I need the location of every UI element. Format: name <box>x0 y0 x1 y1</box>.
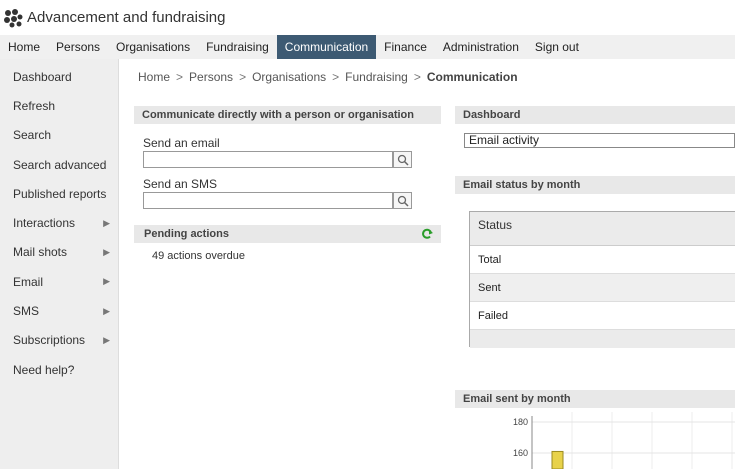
email-sent-chart: 180 160 <box>513 412 735 469</box>
sidebar-item-dashboard[interactable]: Dashboard <box>0 62 118 91</box>
breadcrumb-current: Communication <box>426 70 518 84</box>
sidebar: Dashboard Refresh Search Search advanced… <box>0 59 119 469</box>
sidebar-item-label: Subscriptions <box>13 333 86 348</box>
table-row: Sent <box>470 274 735 302</box>
caret-right-icon: ▶ <box>103 334 110 345</box>
caret-right-icon: ▶ <box>103 305 110 316</box>
sidebar-item-label: Search <box>13 128 52 143</box>
y-tick-label: 180 <box>513 417 528 427</box>
nav-sign-out[interactable]: Sign out <box>527 35 587 59</box>
table-row: Failed <box>470 302 735 330</box>
refresh-icon[interactable] <box>421 228 433 240</box>
magnifier-icon <box>397 195 409 207</box>
breadcrumb-separator: > <box>176 70 184 84</box>
email-status-table: Status Total Sent Failed <box>469 211 735 348</box>
sidebar-item-label: SMS <box>13 304 40 319</box>
send-email-input[interactable] <box>143 151 393 168</box>
caret-right-icon: ▶ <box>103 246 110 257</box>
sidebar-item-subscriptions[interactable]: Subscriptions ▶ <box>0 326 118 355</box>
pending-actions-text[interactable]: 49 actions overdue <box>152 250 245 262</box>
send-sms-label: Send an SMS <box>143 177 218 191</box>
sidebar-item-search-advanced[interactable]: Search advanced <box>0 150 118 179</box>
nav-fundraising[interactable]: Fundraising <box>198 35 277 59</box>
communicate-panel-header: Communicate directly with a person or or… <box>134 106 441 124</box>
pending-actions-header: Pending actions <box>134 225 441 243</box>
sidebar-item-label: Dashboard <box>13 69 72 84</box>
caret-right-icon: ▶ <box>103 276 110 287</box>
sidebar-item-published-reports[interactable]: Published reports <box>0 179 118 208</box>
magnifier-icon <box>397 154 409 166</box>
email-status-header: Email status by month <box>455 176 735 194</box>
breadcrumb-separator: > <box>332 70 340 84</box>
caret-right-icon: ▶ <box>103 217 110 228</box>
sidebar-item-label: Published reports <box>13 186 107 201</box>
sidebar-item-label: Interactions <box>13 216 76 231</box>
nav-home[interactable]: Home <box>0 35 48 59</box>
main-nav: Home Persons Organisations Fundraising C… <box>0 35 735 59</box>
sidebar-item-search[interactable]: Search <box>0 121 118 150</box>
nav-persons[interactable]: Persons <box>48 35 108 59</box>
sidebar-item-need-help[interactable]: Need help? <box>0 355 118 384</box>
breadcrumb-home[interactable]: Home <box>138 70 170 84</box>
sidebar-item-label: Refresh <box>13 98 56 113</box>
email-search-button[interactable] <box>393 151 412 168</box>
sidebar-item-email[interactable]: Email ▶ <box>0 267 118 296</box>
sidebar-item-sms[interactable]: SMS ▶ <box>0 296 118 325</box>
dashboard-select[interactable]: Email activity <box>464 133 735 148</box>
sidebar-item-label: Need help? <box>13 362 75 377</box>
table-footer <box>470 330 735 348</box>
table-row: Total <box>470 246 735 274</box>
sidebar-item-interactions[interactable]: Interactions ▶ <box>0 208 118 237</box>
sidebar-item-mail-shots[interactable]: Mail shots ▶ <box>0 238 118 267</box>
nav-administration[interactable]: Administration <box>435 35 527 59</box>
send-email-label: Send an email <box>143 136 220 150</box>
nav-communication[interactable]: Communication <box>276 35 377 59</box>
app-title: Advancement and fundraising <box>27 9 226 26</box>
email-sent-header: Email sent by month <box>455 390 735 408</box>
nav-finance[interactable]: Finance <box>376 35 435 59</box>
breadcrumb-persons[interactable]: Persons <box>189 70 233 84</box>
breadcrumb-organisations[interactable]: Organisations <box>252 70 326 84</box>
sms-search-button[interactable] <box>393 192 412 209</box>
sidebar-item-label: Email <box>13 274 44 289</box>
sidebar-item-refresh[interactable]: Refresh <box>0 91 118 120</box>
title-bar: Advancement and fundraising <box>0 0 735 35</box>
dashboard-header: Dashboard <box>455 106 735 124</box>
app-logo-icon <box>4 8 23 27</box>
table-header-status: Status <box>470 212 735 246</box>
send-sms-input[interactable] <box>143 192 393 209</box>
chart-bar[interactable] <box>551 450 564 469</box>
breadcrumb-fundraising[interactable]: Fundraising <box>345 70 408 84</box>
sidebar-item-label: Search advanced <box>13 157 107 172</box>
breadcrumb-separator: > <box>239 70 247 84</box>
nav-organisations[interactable]: Organisations <box>108 35 198 59</box>
sidebar-item-label: Mail shots <box>13 245 68 260</box>
y-tick-label: 160 <box>513 448 528 458</box>
breadcrumb: Home > Persons > Organisations > Fundraisin… <box>138 70 518 84</box>
breadcrumb-separator: > <box>413 70 421 84</box>
